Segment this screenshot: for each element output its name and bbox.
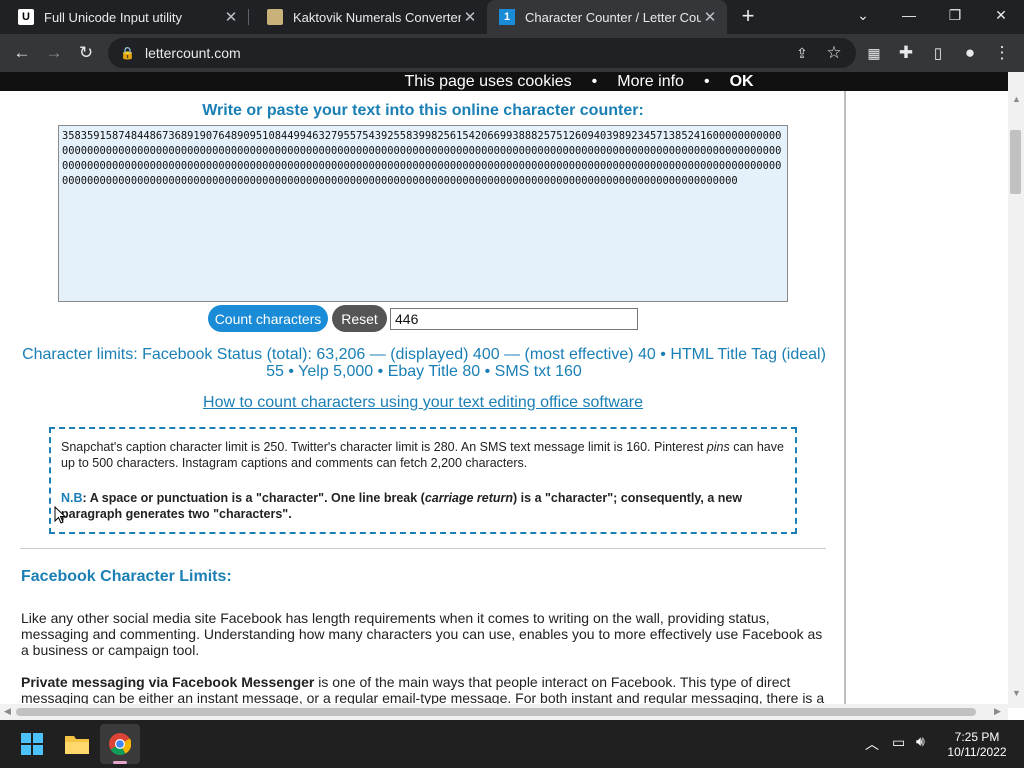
reset-button[interactable]: Reset [332,305,387,332]
nb-emphasis: carriage return [424,491,514,505]
facebook-intro-paragraph: Like any other social media site Faceboo… [21,610,823,658]
note-text: Snapchat's caption character limit is 25… [61,440,707,454]
how-to-count-link[interactable]: How to count characters using your text … [0,394,846,412]
restore-button[interactable]: ❐ [932,0,978,30]
browser-toolbar: ← → ↻ 🔒 lettercount.com ⇪ ☆ ▦ ✚ ▯ ● ⋮ [0,34,1024,72]
note-box: Snapchat's caption character limit is 25… [49,427,797,534]
tab-search-icon[interactable]: ⌄ [840,0,886,30]
nb-text: : A space or punctuation is a "character… [82,491,425,505]
character-limits-text: Character limits: Facebook Status (total… [22,346,826,380]
scroll-left-icon[interactable]: ◀ [4,706,11,717]
note-emphasis: pins [706,440,730,454]
reload-icon[interactable]: ↻ [74,41,98,65]
messenger-paragraph: Private messaging via Facebook Messenger… [21,674,827,706]
lock-icon[interactable]: 🔒 [120,46,135,60]
network-icon[interactable]: ▭ [892,734,905,751]
clock-time: 7:25 PM [954,730,1000,744]
system-clock[interactable]: 7:25 PM 10/11/2022 [940,730,1014,760]
scroll-right-icon[interactable]: ▶ [994,706,1001,717]
url-text: lettercount.com [144,45,241,61]
forward-icon[interactable]: → [42,41,66,65]
scroll-up-icon[interactable]: ▲ [1012,94,1021,104]
count-characters-button[interactable]: Count characters [208,305,328,332]
more-info-link[interactable]: More info [617,73,684,90]
tab-strip: U Full Unicode Input utility ✕ Kaktovik … [0,0,1024,34]
close-tab-icon[interactable]: ✕ [222,8,240,26]
messenger-bold: Private messaging via Facebook Messenger [21,674,315,690]
puzzle-extensions-icon[interactable]: ✚ [894,41,918,65]
cookie-separator: • [591,73,598,90]
tab-title: Full Unicode Input utility [44,9,183,25]
chrome-icon [109,733,131,755]
clock-date: 10/11/2022 [947,745,1007,759]
tab-unicode-input[interactable]: U Full Unicode Input utility ✕ [0,0,248,34]
tab-title: Kaktovik Numerals Converter - O [293,9,461,25]
cookie-text: This page uses cookies [404,73,572,90]
windows-start-icon[interactable] [21,733,43,755]
page-heading: Write or paste your text into this onlin… [202,102,644,119]
cookie-separator: • [703,73,710,90]
new-tab-button[interactable]: + [737,5,759,27]
extension-icon[interactable]: ▦ [862,41,886,65]
bookmark-star-icon[interactable]: ☆ [822,41,846,65]
divider [20,548,826,549]
share-icon[interactable]: ⇪ [790,41,814,65]
volume-icon[interactable]: 🔊︎ [916,733,925,750]
page-viewport: Write or paste your text into this onlin… [0,72,1024,720]
tab-title: Character Counter / Letter Count [525,9,701,25]
address-bar[interactable]: 🔒 lettercount.com [108,38,856,68]
nb-paragraph: N.B: A space or punctuation is a "charac… [61,490,785,522]
page-content: Write or paste your text into this onlin… [0,72,846,708]
show-hidden-icons[interactable]: ︿ [865,734,879,754]
taskbar: ︿ ▭ 🔊︎ 7:25 PM 10/11/2022 [0,720,1024,768]
cookie-banner: This page uses cookies • More info • OK [0,72,1008,91]
text-input-area[interactable]: 3583591587484486736891907648909510844994… [58,125,788,302]
back-icon[interactable]: ← [10,41,34,65]
profile-avatar-icon[interactable]: ● [958,41,982,65]
minimize-button[interactable]: — [886,0,932,30]
close-window-button[interactable]: ✕ [978,0,1024,30]
file-explorer-icon[interactable] [64,733,90,755]
cookie-ok-button[interactable]: OK [730,73,754,90]
kaktovik-favicon-icon [267,9,283,25]
active-app-indicator [113,761,127,764]
note-paragraph: Snapchat's caption character limit is 25… [61,439,785,471]
horizontal-scroll-thumb[interactable] [16,708,976,716]
vertical-scroll-thumb[interactable] [1010,130,1021,194]
side-panel-icon[interactable]: ▯ [926,41,950,65]
tab-character-counter[interactable]: 1 Character Counter / Letter Count ✕ [487,0,727,34]
close-tab-icon[interactable]: ✕ [701,8,719,26]
chrome-taskbar-button[interactable] [100,724,140,764]
lettercount-favicon-icon: 1 [499,9,515,25]
facebook-limits-heading: Facebook Character Limits: [21,568,232,585]
mouse-cursor-icon [54,506,66,524]
close-tab-icon[interactable]: ✕ [461,8,479,26]
character-count-field[interactable]: 446 [390,308,638,330]
menu-kebab-icon[interactable]: ⋮ [990,41,1014,65]
unicode-favicon-icon: U [18,9,34,25]
scroll-down-icon[interactable]: ▼ [1012,688,1021,698]
nb-label: N.B [61,491,83,505]
tab-kaktovik-converter[interactable]: Kaktovik Numerals Converter - O ✕ [249,0,487,34]
